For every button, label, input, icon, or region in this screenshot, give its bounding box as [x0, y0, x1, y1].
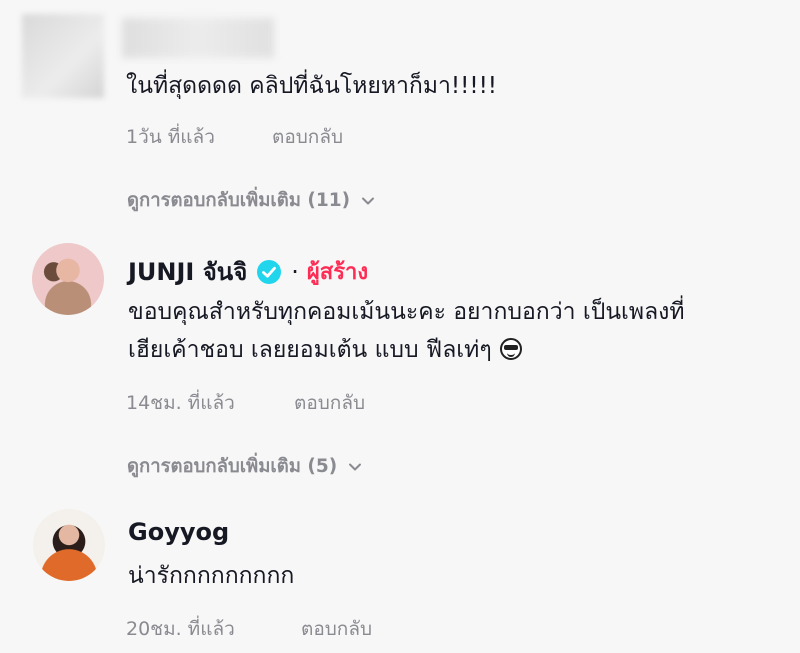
creator-badge: ผู้สร้าง: [306, 260, 369, 285]
comment-text: ในที่สุดดดด คลิปที่ฉันโหยหาก็มา!!!!!: [126, 73, 498, 99]
view-more-replies-label: ดูการตอบกลับเพิ่มเติม (5): [127, 456, 338, 477]
verified-icon: [257, 259, 282, 284]
comment-header: JUNJI จันจิ · ผู้สร้าง: [128, 252, 368, 291]
view-more-replies-button[interactable]: ดูการตอบกลับเพิ่มเติม (11): [127, 186, 376, 215]
view-more-replies-label: ดูการตอบกลับเพิ่มเติม (11): [127, 190, 351, 211]
comment-text-line-2-body: เฮียเค้าชอบ เลยยอมเต้น แบบ ฟีลเท่ๆ: [128, 337, 492, 363]
comment-text: น่ารักกกกกกกกก: [128, 563, 295, 589]
reply-button[interactable]: ตอบกลับ: [294, 388, 365, 418]
separator-dot: ·: [291, 257, 299, 286]
comment-time: 14ชม. ที่แล้ว: [126, 392, 235, 414]
avatar[interactable]: [32, 243, 104, 315]
view-more-replies-button[interactable]: ดูการตอบกลับเพิ่มเติม (5): [127, 452, 363, 481]
comment-time: 1วัน ที่แล้ว: [126, 126, 215, 148]
username[interactable]: Goyyog: [128, 518, 229, 546]
chevron-down-icon: [349, 463, 362, 470]
comment-text-line-1: ขอบคุณสำหรับทุกคอมเม้นนะคะ อยากบอกว่า เป…: [128, 299, 685, 325]
comment-time: 20ชม. ที่แล้ว: [126, 618, 235, 640]
reply-button[interactable]: ตอบกลับ: [272, 122, 343, 152]
avatar[interactable]: [33, 509, 105, 581]
avatar-blurred[interactable]: [22, 14, 104, 98]
chevron-down-icon: [362, 197, 375, 204]
comment-text-line-2: เฮียเค้าชอบ เลยยอมเต้น แบบ ฟีลเท่ๆ: [128, 334, 522, 367]
username[interactable]: JUNJI จันจิ: [128, 252, 247, 291]
reply-button[interactable]: ตอบกลับ: [301, 614, 372, 644]
username-blurred[interactable]: [122, 18, 274, 58]
sunglasses-emoji-icon: [499, 338, 522, 360]
